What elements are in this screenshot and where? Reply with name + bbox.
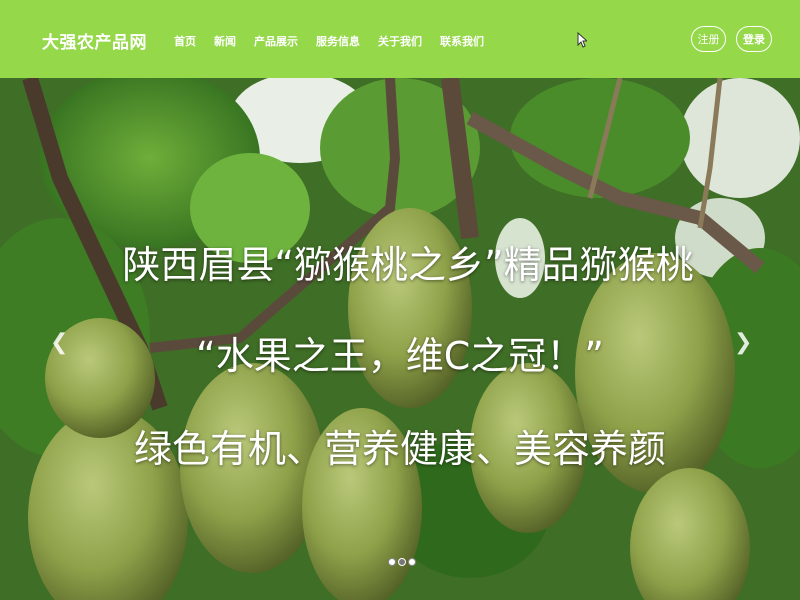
- hero-headline: 陕西眉县“猕猴桃之乡”精品猕猴桃: [122, 243, 694, 287]
- carousel-dot-3[interactable]: [408, 558, 416, 566]
- hero-carousel: 陕西眉县“猕猴桃之乡”精品猕猴桃 “水果之王，维C之冠！” 绿色有机、营养健康、…: [0, 78, 800, 600]
- chevron-right-icon[interactable]: ❯: [734, 330, 752, 355]
- nav-products[interactable]: 产品展示: [254, 33, 298, 49]
- nav-home[interactable]: 首页: [174, 33, 196, 49]
- hero-tagline: 绿色有机、营养健康、美容养颜: [133, 427, 666, 471]
- mouse-cursor-icon: [577, 32, 587, 48]
- nav-services[interactable]: 服务信息: [316, 33, 360, 49]
- carousel-indicators: [388, 558, 416, 566]
- register-button[interactable]: 注册: [691, 26, 726, 52]
- nav-about[interactable]: 关于我们: [378, 33, 422, 49]
- main-nav: 首页 新闻 产品展示 服务信息 关于我们 联系我们: [174, 33, 502, 49]
- nav-contact[interactable]: 联系我们: [440, 33, 484, 49]
- hero-slogan: “水果之王，维C之冠！”: [196, 334, 604, 378]
- top-navbar: 大强农产品网 首页 新闻 产品展示 服务信息 关于我们 联系我们 注册 登录: [0, 0, 800, 78]
- chevron-left-icon[interactable]: ❮: [50, 330, 68, 355]
- carousel-dot-1[interactable]: [388, 558, 396, 566]
- nav-news[interactable]: 新闻: [214, 33, 236, 49]
- site-logo-text[interactable]: 大强农产品网: [42, 28, 147, 53]
- login-button[interactable]: 登录: [736, 26, 772, 52]
- carousel-dot-2[interactable]: [398, 558, 406, 566]
